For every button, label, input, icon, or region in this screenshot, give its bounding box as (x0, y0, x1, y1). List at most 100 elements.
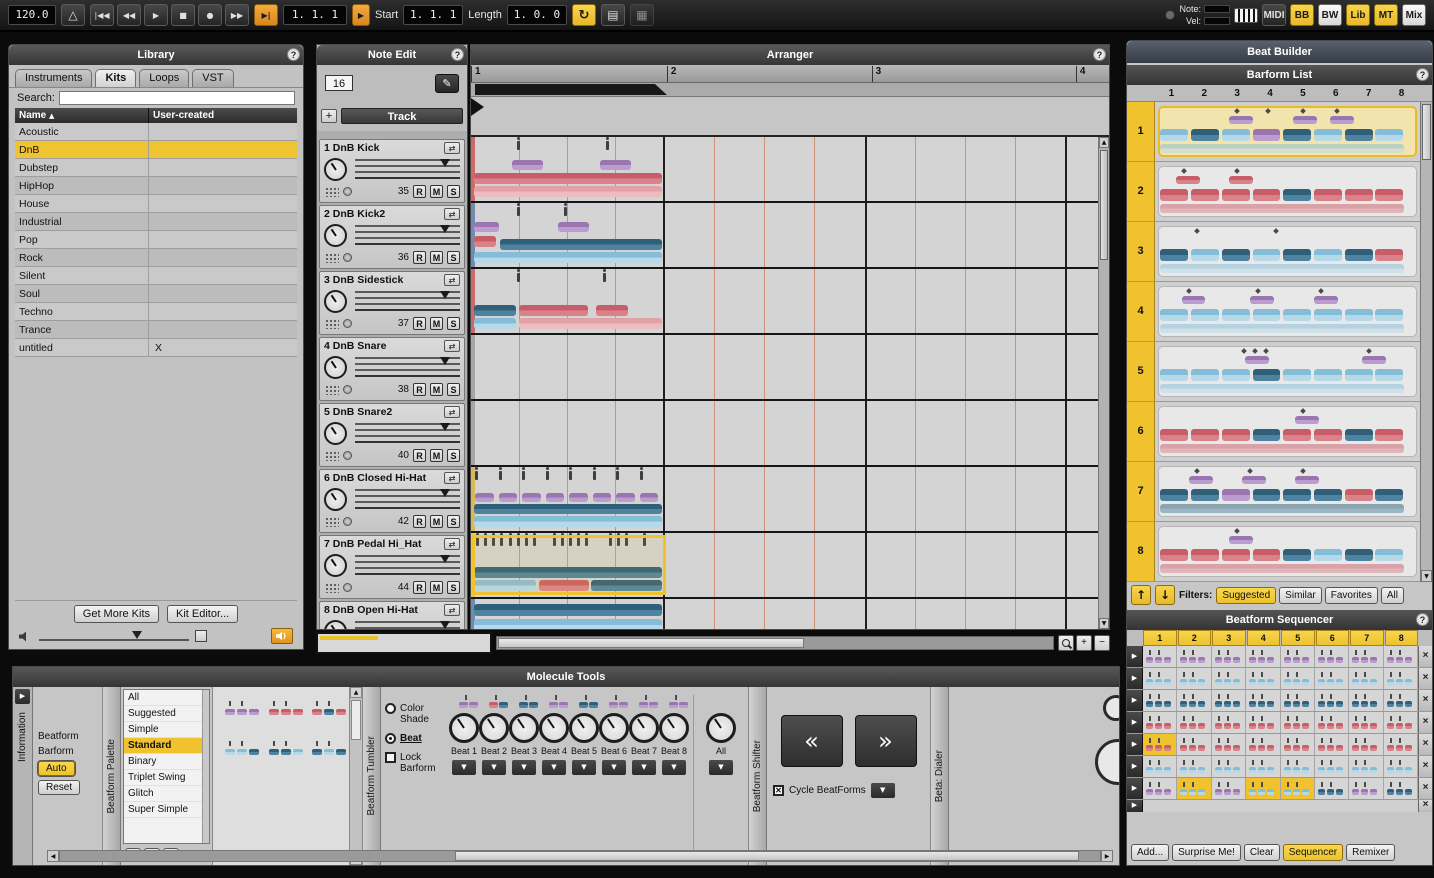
scrollbar-thumb[interactable] (498, 638, 804, 648)
clip-segment[interactable] (546, 493, 565, 503)
mute-button[interactable]: M (430, 185, 443, 198)
knob-dropdown-button[interactable]: ▼ (632, 760, 656, 775)
barform-pattern[interactable] (1155, 522, 1420, 581)
sequencer-cell[interactable] (1349, 668, 1383, 689)
row-clear-button[interactable]: × (1418, 800, 1432, 812)
beta-dialer-tab[interactable]: Beta: Dialer (931, 687, 949, 865)
clear-button[interactable]: Clear (1244, 844, 1280, 861)
clip-segment[interactable] (474, 305, 517, 316)
barform-row-3[interactable]: 3 (1127, 222, 1432, 282)
beat-knob[interactable] (479, 713, 509, 743)
sequencer-cell[interactable] (1212, 668, 1246, 689)
help-icon[interactable]: ? (1416, 68, 1429, 81)
filter-suggested[interactable]: Suggested (1216, 587, 1276, 604)
barform-row-4[interactable]: 4 (1127, 282, 1432, 342)
knob-dropdown-button[interactable]: ▼ (482, 760, 506, 775)
expand-button[interactable]: ▶ (15, 689, 30, 704)
swap-instrument-button[interactable]: ⇄ (444, 208, 460, 220)
lock-barform-option[interactable]: Lock Barform (385, 752, 449, 774)
preview-play-button[interactable] (271, 628, 293, 644)
sequencer-cell[interactable] (1281, 646, 1315, 667)
fast-forward-button[interactable]: ▶▶ (225, 4, 249, 26)
track-4[interactable]: 4 DnB Snare⇄38RMS (319, 337, 465, 401)
sequencer-cell[interactable] (1281, 712, 1315, 733)
arranger-lane-4[interactable] (471, 335, 1098, 401)
clip-segment[interactable] (474, 504, 662, 514)
swap-instrument-button[interactable]: ⇄ (444, 142, 460, 154)
scrollbar-thumb[interactable] (351, 700, 361, 740)
knob-dropdown-button[interactable]: ▼ (662, 760, 686, 775)
scroll-up-button[interactable]: ▲ (350, 687, 362, 698)
library-row-silent[interactable]: Silent (15, 267, 297, 285)
knob-dropdown-button[interactable]: ▼ (452, 760, 476, 775)
track-knob[interactable] (324, 158, 347, 181)
shift-right-button[interactable]: » (855, 715, 917, 767)
seq-column-header[interactable]: 8 (1385, 630, 1419, 646)
clip-segment[interactable] (499, 493, 518, 503)
sequencer-cell[interactable] (1246, 690, 1280, 711)
sequencer-cell[interactable] (1384, 756, 1418, 777)
record-arm-button[interactable]: R (413, 185, 426, 198)
track-6[interactable]: 6 DnB Closed Hi-Hat⇄42RMS (319, 469, 465, 533)
scroll-right-button[interactable]: ▶ (1101, 850, 1113, 862)
sequencer-cell[interactable] (1246, 646, 1280, 667)
beatform-palette-tab[interactable]: Beatform Palette (103, 687, 121, 865)
sequencer-cell[interactable] (1246, 734, 1280, 755)
track-2[interactable]: 2 DnB Kick2⇄36RMS (319, 205, 465, 269)
sequencer-cell[interactable] (1281, 756, 1315, 777)
beat-knob[interactable] (659, 713, 689, 743)
mute-button[interactable]: M (430, 317, 443, 330)
track-knob[interactable] (324, 290, 347, 313)
seq-column-header[interactable]: 2 (1178, 630, 1212, 646)
zoom-tool-button[interactable] (1058, 635, 1074, 651)
row-clear-button[interactable]: × (1418, 646, 1432, 667)
remixer-button[interactable]: Remixer (1346, 844, 1395, 861)
seq-column-header[interactable]: 6 (1316, 630, 1350, 646)
barform-row-6[interactable]: 6 (1127, 402, 1432, 462)
seq-column-header[interactable]: 5 (1281, 630, 1315, 646)
sequencer-cell[interactable] (1349, 756, 1383, 777)
track-knob[interactable] (324, 488, 347, 511)
sequencer-cell[interactable] (1143, 690, 1177, 711)
row-play-button[interactable]: ▶ (1127, 712, 1143, 733)
playhead-marker[interactable] (471, 98, 484, 116)
clip-segment[interactable] (474, 173, 662, 184)
sequencer-cell[interactable] (1177, 756, 1211, 777)
sequencer-cell[interactable] (1315, 712, 1349, 733)
library-row-dubstep[interactable]: Dubstep (15, 159, 297, 177)
palette-item-super-simple[interactable]: Super Simple (124, 802, 209, 818)
swap-instrument-button[interactable]: ⇄ (444, 274, 460, 286)
scroll-down-button[interactable]: ▼ (1421, 570, 1432, 582)
track-3[interactable]: 3 DnB Sidestick⇄37RMS (319, 271, 465, 335)
track-volume-slider[interactable] (355, 225, 460, 245)
clip-segment[interactable] (474, 236, 497, 246)
track-8[interactable]: 8 DnB Open Hi-Hat⇄RMS (319, 601, 465, 629)
beat-builder-toggle[interactable]: BB (1290, 4, 1314, 26)
solo-button[interactable]: S (447, 581, 460, 594)
zoom-in-button[interactable]: + (1076, 635, 1092, 651)
row-clear-button[interactable]: × (1418, 756, 1432, 777)
library-row-rock[interactable]: Rock (15, 249, 297, 267)
palette-scrollbar[interactable] (202, 690, 209, 843)
record-arm-button[interactable]: R (413, 515, 426, 528)
mute-button[interactable]: M (430, 449, 443, 462)
kit-editor-button[interactable]: Kit Editor... (167, 605, 238, 623)
sequencer-cell[interactable] (1212, 646, 1246, 667)
slider-handle[interactable] (132, 631, 142, 639)
tab-kits[interactable]: Kits (95, 69, 136, 87)
track-volume-slider[interactable] (355, 621, 460, 629)
swap-instrument-button[interactable]: ⇄ (444, 406, 460, 418)
clip-segment[interactable] (474, 252, 662, 263)
sequencer-cell[interactable] (1212, 712, 1246, 733)
beatform-shifter-tab[interactable]: Beatform Shifter (749, 687, 767, 865)
palette-item-glitch[interactable]: Glitch (124, 786, 209, 802)
row-clear-button[interactable]: × (1418, 734, 1432, 755)
clip-segment[interactable] (596, 305, 627, 316)
help-icon[interactable]: ? (451, 48, 464, 61)
sequencer-cell[interactable] (1315, 756, 1349, 777)
row-play-button[interactable]: ▶ (1127, 756, 1143, 777)
scrollbar-thumb[interactable] (455, 851, 1079, 861)
skip-to-start-button[interactable]: |◀◀ (90, 4, 114, 26)
color-shade-radio[interactable] (385, 703, 396, 714)
barform-row-7[interactable]: 7 (1127, 462, 1432, 522)
